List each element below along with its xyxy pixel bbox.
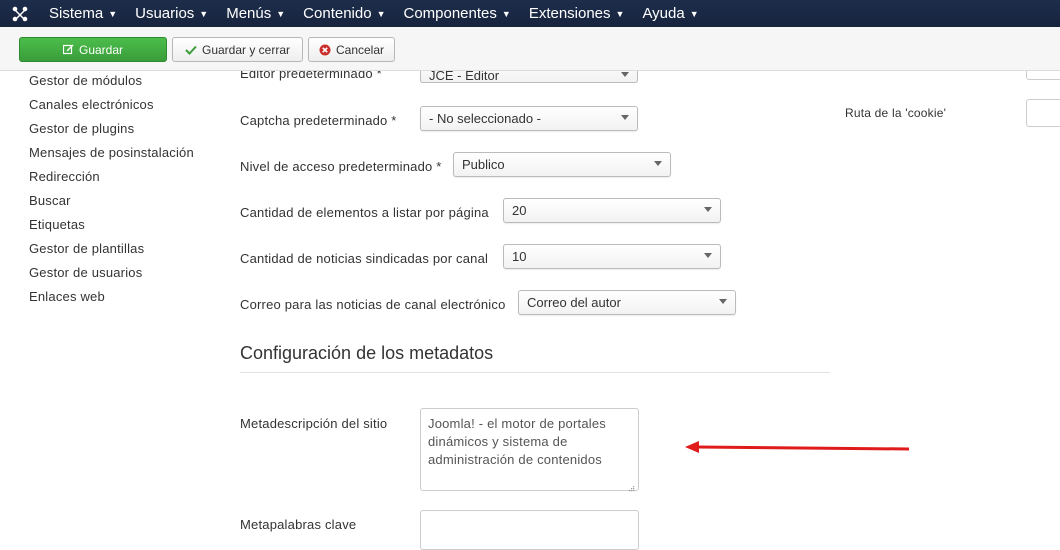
cancel-circle-icon: [319, 44, 331, 56]
meta-description-value: Joomla! - el motor de portales dinámicos…: [428, 416, 606, 467]
sidebar-item-canales[interactable]: Canales electrónicos: [29, 97, 154, 112]
list-limit-value: 20: [512, 203, 527, 218]
caret-down-icon: ▼: [276, 8, 286, 19]
joomla-logo-icon[interactable]: [0, 0, 40, 27]
save-label: Guardar: [78, 42, 124, 57]
caret-down-icon: ▼: [199, 8, 209, 19]
meta-keywords-label: Metapalabras clave: [240, 517, 357, 532]
sidebar-item-etiquetas[interactable]: Etiquetas: [29, 217, 85, 232]
menu-extensiones[interactable]: Extensiones ▼: [520, 0, 634, 27]
cancel-label: Cancelar: [335, 42, 385, 57]
menu-usuarios[interactable]: Usuarios ▼: [126, 0, 217, 27]
access-value: Publico: [462, 157, 505, 172]
sidebar-item-plugins[interactable]: Gestor de plugins: [29, 121, 134, 136]
annotation-arrow-icon: [685, 441, 910, 453]
menu-ayuda[interactable]: Ayuda ▼: [633, 0, 707, 27]
cookie-path-input[interactable]: [1026, 99, 1060, 127]
toolbar: Guardar Guardar y cerrar Cancelar: [0, 27, 1060, 71]
access-select[interactable]: Publico: [453, 152, 671, 177]
meta-description-label: Metadescripción del sitio: [240, 416, 388, 431]
sidebar-item-posinstalacion[interactable]: Mensajes de posinstalación: [29, 145, 194, 160]
access-label: Nivel de acceso predeterminado *: [240, 159, 442, 174]
captcha-value: - No seleccionado -: [429, 111, 541, 126]
sidebar-item-plantillas[interactable]: Gestor de plantillas: [29, 241, 144, 256]
chevron-down-icon: [704, 207, 712, 212]
save-button[interactable]: Guardar: [19, 37, 167, 62]
meta-description-textarea[interactable]: Joomla! - el motor de portales dinámicos…: [420, 408, 639, 492]
edit-icon: [62, 44, 74, 55]
resize-handle-icon[interactable]: [627, 479, 635, 492]
feed-limit-value: 10: [512, 249, 527, 264]
list-limit-label: Cantidad de elementos a listar por págin…: [240, 205, 489, 220]
menu-menus[interactable]: Menús ▼: [217, 0, 294, 27]
feed-email-value: Correo del autor: [527, 295, 621, 310]
chevron-down-icon: [719, 299, 727, 304]
list-limit-select[interactable]: 20: [503, 198, 721, 223]
caret-down-icon: ▼: [615, 8, 625, 19]
menu-componentes[interactable]: Componentes ▼: [394, 0, 519, 27]
metadata-section-title: Configuración de los metadatos: [240, 343, 494, 363]
caret-down-icon: ▼: [108, 8, 118, 19]
section-divider: [240, 372, 830, 373]
top-navbar: Sistema ▼ Usuarios ▼ Menús ▼ Contenido ▼ Com…: [0, 0, 1060, 27]
chevron-down-icon: [704, 253, 712, 258]
captcha-select[interactable]: - No seleccionado -: [420, 106, 638, 131]
feed-email-label: Correo para las noticias de canal electr…: [240, 297, 506, 312]
check-icon: [185, 45, 197, 55]
save-close-button[interactable]: Guardar y cerrar: [172, 37, 303, 62]
sidebar-item-modulos[interactable]: Gestor de módulos: [29, 73, 142, 88]
chevron-down-icon: [621, 72, 629, 77]
chevron-down-icon: [654, 161, 662, 166]
chevron-down-icon: [621, 115, 629, 120]
sidebar-item-buscar[interactable]: Buscar: [29, 193, 71, 208]
caret-down-icon: ▼: [501, 8, 511, 19]
menu-sistema[interactable]: Sistema ▼: [40, 0, 126, 27]
feed-limit-select[interactable]: 10: [503, 244, 721, 269]
captcha-label: Captcha predeterminado *: [240, 113, 397, 128]
caret-down-icon: ▼: [376, 8, 386, 19]
meta-keywords-textarea[interactable]: [420, 510, 639, 550]
cancel-button[interactable]: Cancelar: [308, 37, 395, 62]
cookie-path-label: Ruta de la 'cookie': [845, 106, 947, 120]
menu-contenido[interactable]: Contenido ▼: [294, 0, 394, 27]
sidebar-item-enlaces-web[interactable]: Enlaces web: [29, 289, 105, 304]
caret-down-icon: ▼: [689, 8, 699, 19]
feed-limit-label: Cantidad de noticias sindicadas por cana…: [240, 251, 489, 266]
feed-email-select[interactable]: Correo del autor: [518, 290, 736, 315]
sidebar-item-usuarios[interactable]: Gestor de usuarios: [29, 265, 142, 280]
save-close-label: Guardar y cerrar: [201, 42, 291, 57]
sidebar-item-redireccion[interactable]: Redirección: [29, 169, 100, 184]
